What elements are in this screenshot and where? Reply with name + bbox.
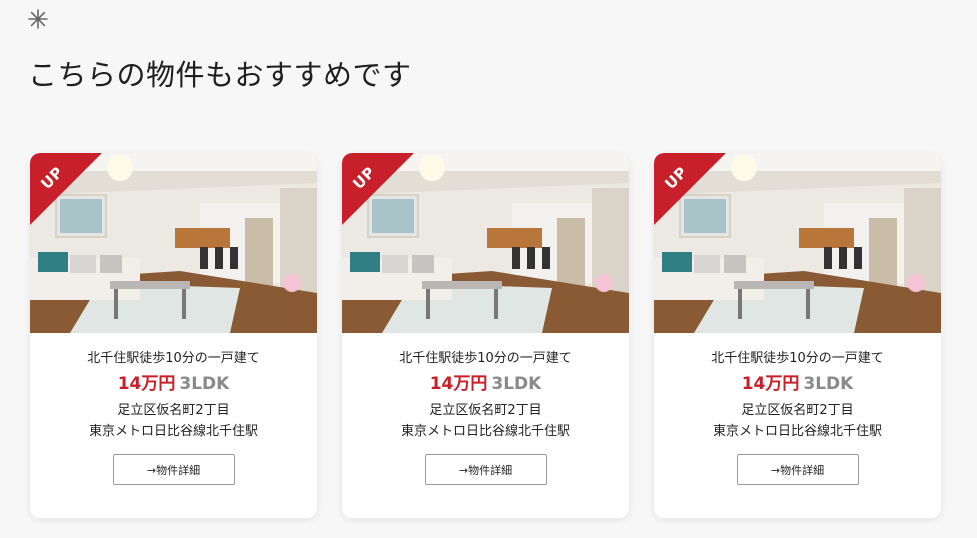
nearest-station: 東京メトロ日比谷線北千住駅 <box>88 424 258 439</box>
nearest-station: 東京メトロ日比谷線北千住駅 <box>400 424 570 439</box>
property-detail-button[interactable]: →物件詳細 <box>424 454 547 485</box>
price-row: 14万円 3LDK <box>342 373 629 395</box>
rent-price: 14万円 <box>429 374 488 394</box>
property-address: 足立区仮名町2丁目 <box>429 403 542 418</box>
property-address: 足立区仮名町2丁目 <box>741 403 854 418</box>
section-title: こちらの物件もおすすめです <box>28 58 412 92</box>
property-address: 足立区仮名町2丁目 <box>117 403 230 418</box>
floor-plan: 3LDK <box>179 374 230 394</box>
property-name[interactable]: 北千住駅徒歩10分の一戸建て <box>342 350 629 368</box>
property-card[interactable]: UP 北千住駅徒歩10分の一戸建て 14万円 3LDK 足立区仮名町2丁目 東京メ… <box>342 153 629 518</box>
up-ribbon <box>30 153 102 225</box>
property-card[interactable]: UP 北千住駅徒歩10分の一戸建て 14万円 3LDK 足立区仮名町2丁目 東京メ… <box>654 153 941 518</box>
property-name[interactable]: 北千住駅徒歩10分の一戸建て <box>654 350 941 368</box>
property-detail-button[interactable]: →物件詳細 <box>112 454 235 485</box>
floor-plan: 3LDK <box>803 374 854 394</box>
property-photo[interactable]: UP <box>30 153 317 333</box>
property-card-list: UP 北千住駅徒歩10分の一戸建て 14万円 3LDK 足立区仮名町2丁目 東京メ… <box>30 153 941 518</box>
property-photo[interactable]: UP <box>342 153 629 333</box>
property-detail-button[interactable]: →物件詳細 <box>736 454 859 485</box>
property-name[interactable]: 北千住駅徒歩10分の一戸建て <box>30 350 317 368</box>
property-card[interactable]: UP 北千住駅徒歩10分の一戸建て 14万円 3LDK 足立区仮名町2丁目 東京メ… <box>30 153 317 518</box>
up-ribbon <box>342 153 414 225</box>
up-ribbon <box>654 153 726 225</box>
recommendations-section: こちらの物件もおすすめです UP 北千住駅徒歩10分の一戸建て 14万円 3LD… <box>0 0 977 538</box>
rent-price: 14万円 <box>117 374 176 394</box>
property-photo[interactable]: UP <box>654 153 941 333</box>
price-row: 14万円 3LDK <box>654 373 941 395</box>
asterisk-icon <box>27 8 49 30</box>
floor-plan: 3LDK <box>491 374 542 394</box>
nearest-station: 東京メトロ日比谷線北千住駅 <box>712 424 882 439</box>
price-row: 14万円 3LDK <box>30 373 317 395</box>
rent-price: 14万円 <box>741 374 800 394</box>
